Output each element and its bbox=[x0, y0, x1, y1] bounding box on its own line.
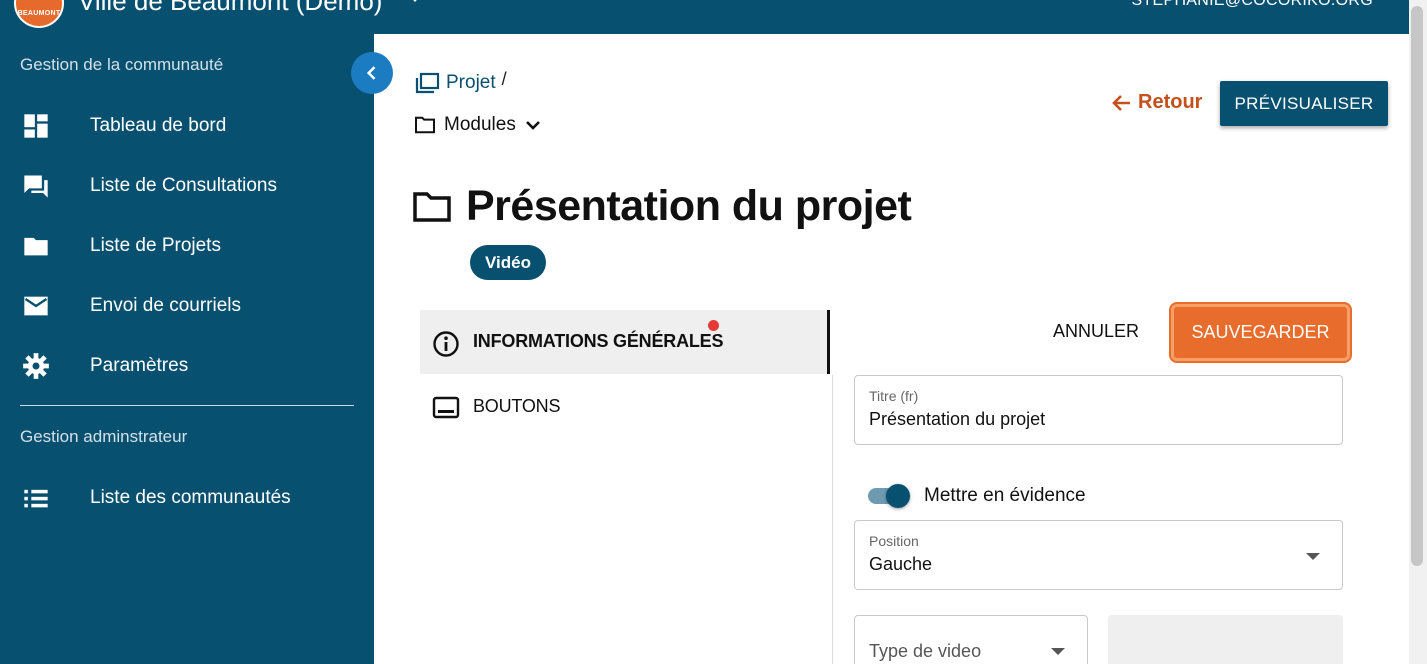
position-select[interactable]: Position Gauche bbox=[854, 520, 1343, 590]
toggle-knob bbox=[886, 484, 910, 508]
breadcrumb-separator: / bbox=[501, 68, 507, 89]
preview-button[interactable]: PRÉVISUALISER bbox=[1220, 81, 1388, 126]
module-type-badge: Vidéo bbox=[470, 245, 546, 280]
community-title[interactable]: Ville de Beaumont (Démo) bbox=[78, 0, 382, 17]
sidebar-section-admin: Gestion adminstrateur bbox=[20, 427, 188, 446]
mail-icon bbox=[24, 296, 48, 316]
position-value: Gauche bbox=[869, 554, 933, 574]
back-label: Retour bbox=[1138, 91, 1203, 113]
dropdown-caret-icon bbox=[1051, 648, 1065, 655]
sidebar-item-emails[interactable]: Envoi de courriels bbox=[0, 282, 374, 330]
collapse-sidebar-button[interactable] bbox=[351, 52, 393, 94]
sidebar-item-label: Liste de Consultations bbox=[90, 175, 277, 196]
sidebar-item-dashboard[interactable]: Tableau de bord bbox=[0, 102, 374, 150]
gear-icon bbox=[23, 353, 49, 379]
sidebar-item-label: Liste de Projets bbox=[90, 235, 221, 256]
title-field-label: Titre (fr) bbox=[869, 388, 919, 404]
video-type-select[interactable]: Type de video bbox=[854, 615, 1088, 664]
page-heading: Présentation du projet bbox=[412, 182, 912, 231]
tab-label: BOUTONS bbox=[473, 396, 561, 416]
list-icon bbox=[24, 489, 48, 508]
tabs-divider bbox=[832, 375, 833, 664]
folder-outline-icon bbox=[413, 191, 451, 222]
modules-dropdown[interactable]: Modules bbox=[414, 114, 542, 136]
sidebar-item-consultations[interactable]: Liste de Consultations bbox=[0, 162, 374, 210]
tab-general-information[interactable]: INFORMATIONS GÉNÉRALES bbox=[420, 310, 830, 374]
highlight-toggle[interactable] bbox=[868, 484, 912, 508]
title-input[interactable] bbox=[869, 409, 1308, 430]
forum-icon bbox=[24, 175, 48, 198]
arrow-left-icon bbox=[1112, 94, 1130, 111]
user-email[interactable]: STEPHANIE@COCORIKO.ORG bbox=[1131, 0, 1373, 10]
button-icon bbox=[432, 396, 460, 419]
position-label: Position bbox=[869, 533, 919, 549]
modules-label: Modules bbox=[444, 114, 516, 135]
alert-dot bbox=[708, 320, 719, 331]
sidebar-item-settings[interactable]: Paramètres bbox=[0, 342, 374, 390]
dashboard-icon bbox=[24, 114, 48, 138]
folder-icon bbox=[24, 237, 48, 256]
sidebar-item-label: Envoi de courriels bbox=[90, 295, 242, 316]
cancel-button[interactable]: ANNULER bbox=[1040, 309, 1152, 353]
video-url-field[interactable] bbox=[1108, 615, 1343, 664]
title-field[interactable]: Titre (fr) bbox=[854, 375, 1343, 445]
dropdown-caret-icon bbox=[1306, 553, 1320, 560]
top-bar: BEAUMONT Ville de Beaumont (Démo) STEPHA… bbox=[0, 0, 1409, 34]
info-icon bbox=[433, 331, 459, 357]
tab-buttons[interactable]: BOUTONS bbox=[420, 375, 830, 439]
sidebar: Gestion de la communauté Tableau de bord… bbox=[0, 34, 374, 664]
breadcrumb: Projet / bbox=[414, 68, 507, 94]
sidebar-section-community: Gestion de la communauté bbox=[20, 55, 224, 74]
collection-icon bbox=[415, 72, 440, 94]
sidebar-divider bbox=[20, 405, 354, 406]
sidebar-item-label: Paramètres bbox=[90, 355, 189, 376]
chevron-down-icon[interactable] bbox=[408, 0, 422, 2]
page-title: Présentation du projet bbox=[466, 182, 912, 230]
logo-text: BEAUMONT bbox=[17, 10, 61, 17]
folder-outline-icon bbox=[415, 116, 435, 134]
back-link[interactable]: Retour bbox=[1112, 91, 1202, 114]
breadcrumb-project-link[interactable]: Projet bbox=[446, 72, 496, 94]
tab-label: INFORMATIONS GÉNÉRALES bbox=[473, 331, 724, 351]
sidebar-item-projects[interactable]: Liste de Projets bbox=[0, 222, 374, 270]
chevron-down-icon bbox=[525, 121, 540, 130]
chevron-left-icon bbox=[366, 66, 376, 80]
video-type-placeholder: Type de video bbox=[869, 641, 982, 661]
highlight-label: Mettre en évidence bbox=[924, 485, 1086, 506]
community-logo[interactable]: BEAUMONT bbox=[14, 0, 64, 28]
sidebar-item-label: Tableau de bord bbox=[90, 115, 227, 136]
scrollbar-thumb[interactable] bbox=[1411, 6, 1423, 566]
sidebar-item-communities[interactable]: Liste des communautés bbox=[0, 474, 374, 522]
save-button[interactable]: SAUVEGARDER bbox=[1171, 304, 1350, 361]
sidebar-item-label: Liste des communautés bbox=[90, 487, 291, 508]
